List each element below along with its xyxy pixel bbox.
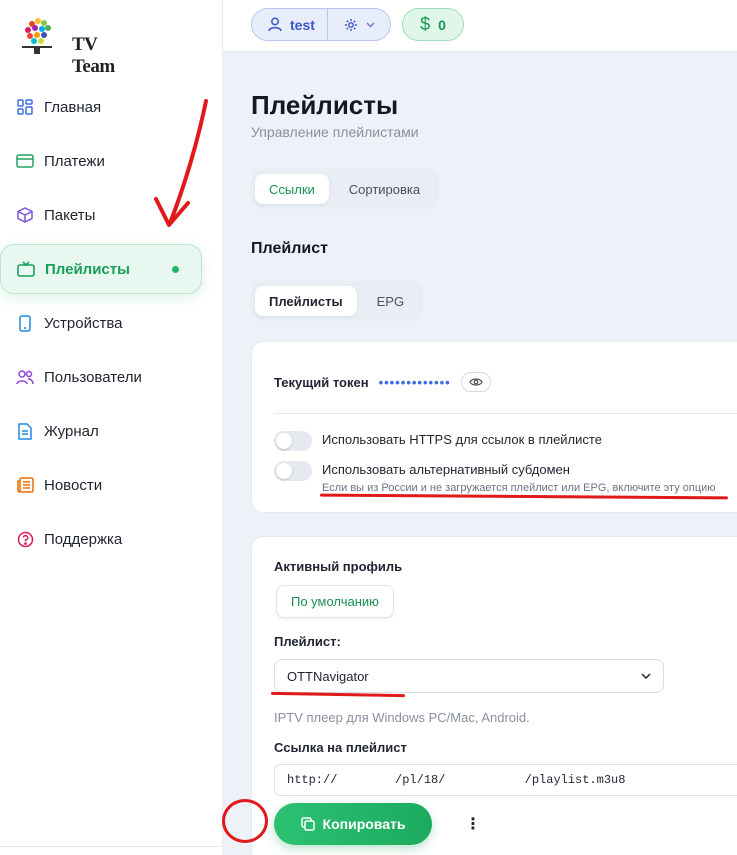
sidebar-item-label: Пользователи [44,368,142,386]
alt-subdomain-label: Использовать альтернативный субдомен [322,462,570,477]
main-content: Плейлисты Управление плейлистами Ссылки … [223,52,737,855]
annotation-arrow [154,99,208,227]
playlist-select[interactable]: OTTNavigator [274,659,664,693]
more-options-button[interactable]: ⋮ [457,808,489,840]
dollar-icon: $ [420,14,431,34]
sidebar-item-playlists[interactable]: Плейлисты [0,244,202,294]
logo[interactable]: TV Team [18,14,115,77]
logo-text: TV Team [72,34,115,77]
sidebar-item-label: Пакеты [44,206,96,224]
logo-icon [22,18,52,54]
page-subtitle: Управление плейлистами [251,124,419,140]
link-label: Ссылка на плейлист [274,740,407,755]
section-title: Плейлист [251,240,328,257]
tv-icon [17,260,35,278]
https-toggle[interactable] [274,431,312,451]
profile-label: Активный профиль [274,559,403,574]
tab-links[interactable]: Ссылки [255,174,329,204]
phone-icon [16,314,34,332]
user-icon [268,17,282,32]
copy-icon [300,817,315,831]
active-indicator [172,266,179,273]
username: test [290,16,315,33]
box-icon [16,206,34,224]
document-icon [16,422,34,440]
annotation-circle [222,799,268,843]
copy-button[interactable]: Копировать [274,803,432,845]
profile-button[interactable]: По умолчанию [276,585,394,618]
playlist-subtabs: Плейлисты EPG [250,281,424,321]
sidebar-item-journal[interactable]: Журнал [0,404,223,458]
topbar: test $ 0 [223,0,737,52]
chevron-down-icon [366,22,374,27]
sidebar-item-support[interactable]: Поддержка [0,512,223,566]
sidebar-item-users[interactable]: Пользователи [0,350,223,404]
help-icon [16,530,34,548]
alt-subdomain-option: Использовать альтернативный субдомен Есл… [274,461,716,494]
show-token-button[interactable] [460,372,491,392]
news-icon [16,476,34,494]
sidebar-item-label: Главная [44,98,102,116]
user-menu: test [251,8,391,41]
alt-subdomain-hint: Если вы из России и не загружается плейл… [322,482,716,494]
divider [274,413,737,414]
alt-subdomain-toggle[interactable] [274,461,312,481]
balance-value: 0 [438,16,446,33]
token-row: Текущий токен ••••••••••••• [274,372,491,392]
dashboard-icon [16,98,34,116]
balance-badge[interactable]: $ 0 [402,8,464,41]
token-label: Текущий токен [274,374,369,390]
tab-sorting[interactable]: Сортировка [335,174,434,204]
settings-dropdown[interactable] [328,18,390,32]
sidebar-item-news[interactable]: Новости [0,458,223,512]
main-tabs: Ссылки Сортировка [250,169,440,209]
user-button[interactable]: test [252,9,328,40]
chevron-down-icon [641,673,651,679]
sidebar-item-label: Журнал [44,422,99,440]
sidebar-item-label: Устройства [44,314,123,332]
tab-epg[interactable]: EPG [363,286,418,316]
https-label: Использовать HTTPS для ссылок в плейлист… [322,432,602,447]
https-option: Использовать HTTPS для ссылок в плейлист… [274,431,602,451]
playlist-description: IPTV плеер для Windows PC/Mac, Android. [274,710,530,725]
sidebar-item-label: Поддержка [44,530,123,548]
playlist-select-value: OTTNavigator [287,668,369,684]
sidebar-item-devices[interactable]: Устройства [0,296,223,350]
sidebar-item-label: Новости [44,476,103,494]
eye-icon [469,378,483,386]
sidebar-divider [0,846,223,847]
sidebar-item-label: Плейлисты [45,260,130,278]
tab-playlists[interactable]: Плейлисты [255,286,357,316]
page-title: Плейлисты [251,90,399,120]
token-card: Текущий токен ••••••••••••• Использовать… [251,341,737,513]
users-icon [16,368,34,386]
gear-icon [344,18,357,31]
playlist-label: Плейлист: [274,634,341,649]
card-icon [16,152,34,170]
playlist-url-field[interactable]: http:// /pl/18/ /playlist.m3u8 [274,764,737,796]
token-value: ••••••••••••• [378,374,451,390]
copy-label: Копировать [322,816,406,832]
sidebar-item-label: Платежи [44,152,105,170]
